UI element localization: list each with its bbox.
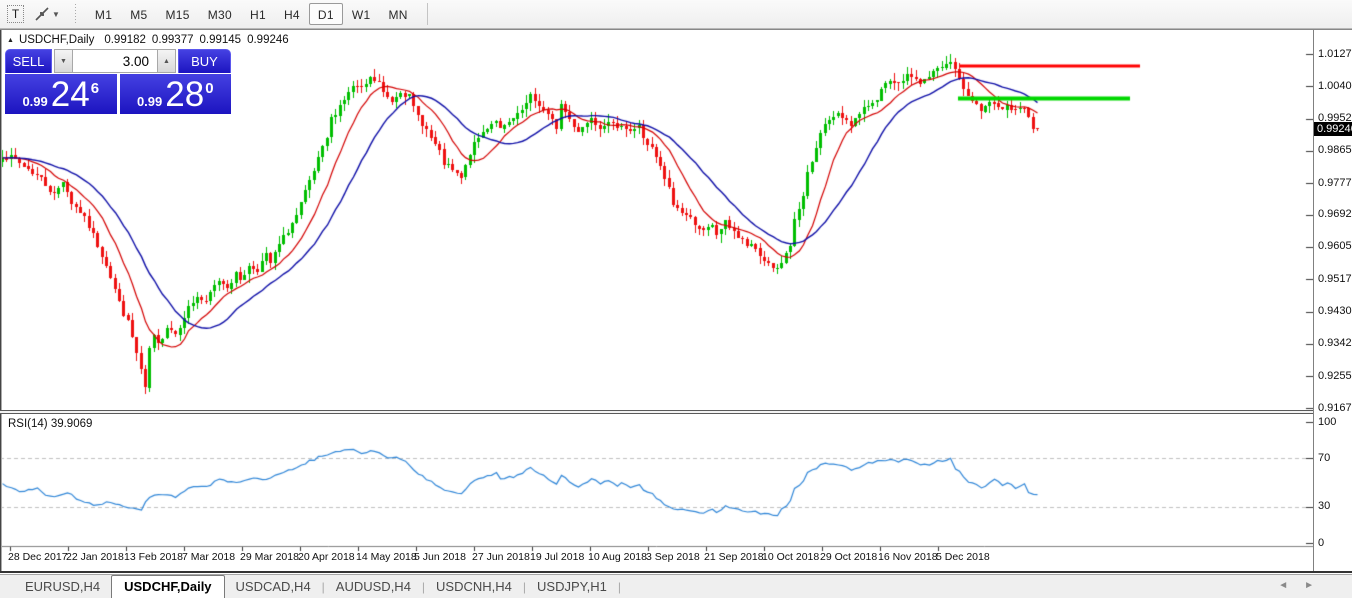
timeframe-button-w1[interactable]: W1 — [343, 3, 380, 25]
volume-spinner: ▼ 3.00 ▲ — [54, 49, 176, 73]
rsi-indicator-label: RSI(14) 39.9069 — [8, 418, 92, 430]
rsi-tick-label: 70 — [1318, 452, 1330, 464]
one-click-trading-panel: SELL ▼ 3.00 ▲ BUY 0.99 24 6 0.99 — [5, 49, 231, 114]
date-tick-label: 29 Mar 2018 — [240, 551, 299, 563]
date-tick-label: 7 Mar 2018 — [182, 551, 235, 563]
date-tick-label: 16 Nov 2018 — [878, 551, 938, 563]
date-tick-label: 5 Jun 2018 — [414, 551, 466, 563]
chart-tab-usdcnh-h4[interactable]: USDCNH,H4 — [425, 577, 523, 596]
rsi-tick-label: 100 — [1318, 416, 1336, 428]
date-tick-label: 10 Oct 2018 — [762, 551, 819, 563]
date-tick-label: 14 May 2018 — [356, 551, 417, 563]
tab-scroll-arrows: ◄ ► — [1278, 580, 1314, 591]
timeframe-button-m1[interactable]: M1 — [86, 3, 121, 25]
date-tick-label: 19 Jul 2018 — [530, 551, 584, 563]
date-axis[interactable]: 28 Dec 201722 Jan 201813 Feb 20187 Mar 2… — [0, 547, 1313, 571]
price-tick-label: 0.92550 — [1318, 370, 1352, 382]
chart-tabs: EURUSD,H4USDCHF,DailyUSDCAD,H4 | AUDUSD,H4… — [14, 575, 621, 598]
mt4-window: T ▼ M1M5M15M30H1H4D1W1MN ▲ USDCHF,Daily … — [0, 0, 1352, 598]
volume-increase-button[interactable]: ▲ — [157, 49, 176, 73]
down-arrow-icon: ▼ — [60, 58, 67, 65]
double-arrow-icon — [34, 6, 50, 22]
tab-scroll-left-button[interactable]: ◄ — [1278, 580, 1288, 591]
timeframe-button-m15[interactable]: M15 — [156, 3, 198, 25]
chart-tab-usdchf-daily[interactable]: USDCHF,Daily — [111, 575, 224, 598]
timeframe-button-m5[interactable]: M5 — [121, 3, 156, 25]
sell-button[interactable]: SELL — [5, 49, 52, 73]
price-tick-label: 1.00400 — [1318, 80, 1352, 92]
symbol-period-label: USDCHF,Daily — [19, 34, 94, 46]
price-tick-label: 0.95175 — [1318, 273, 1352, 285]
chart-title: ▲ USDCHF,Daily 0.99182 0.99377 0.99145 0… — [7, 34, 295, 46]
date-tick-label: 20 Apr 2018 — [298, 551, 355, 563]
buy-button[interactable]: BUY — [178, 49, 231, 73]
price-tick-label: 0.96925 — [1318, 208, 1352, 220]
sell-price-pipette: 6 — [91, 80, 99, 97]
price-tick-label: 1.01275 — [1318, 48, 1352, 60]
high-value: 0.99377 — [152, 34, 194, 46]
timeframe-button-mn[interactable]: MN — [379, 3, 416, 25]
price-tick-label: 0.91675 — [1318, 402, 1352, 414]
low-value: 0.99145 — [200, 34, 242, 46]
price-tick-label: 0.93425 — [1318, 337, 1352, 349]
date-tick-label: 29 Oct 2018 — [820, 551, 877, 563]
rsi-tick-label: 0 — [1318, 537, 1324, 549]
price-axis[interactable]: 1.012751.004000.995250.986500.977750.969… — [1313, 30, 1352, 571]
date-tick-label: 5 Dec 2018 — [936, 551, 990, 563]
chart-tab-usdjpy-h1[interactable]: USDJPY,H1 — [526, 577, 618, 596]
toolbar-grip[interactable] — [73, 4, 78, 24]
timeframe-button-m30[interactable]: M30 — [199, 3, 241, 25]
current-price-tag: 0.99246 — [1314, 122, 1352, 136]
price-tick-label: 0.96050 — [1318, 240, 1352, 252]
price-tick-label: 0.94300 — [1318, 305, 1352, 317]
text-tool-icon: T — [7, 5, 24, 23]
date-tick-label: 13 Feb 2018 — [124, 551, 183, 563]
chart-tab-eurusd-h4[interactable]: EURUSD,H4 — [14, 577, 111, 596]
chart-tab-usdcad-h4[interactable]: USDCAD,H4 — [225, 577, 322, 596]
tab-divider: | — [618, 580, 621, 594]
timeframe-group: M1M5M15M30H1H4D1W1MN — [86, 0, 417, 29]
chart-tab-bar: EURUSD,H4USDCHF,DailyUSDCAD,H4 | AUDUSD,H4… — [0, 574, 1352, 598]
sell-price-big: 24 — [51, 78, 90, 112]
chevron-down-icon: ▼ — [52, 10, 60, 19]
buy-price-big: 28 — [165, 78, 204, 112]
price-tick-label: 0.97775 — [1318, 177, 1352, 189]
timeframe-button-h1[interactable]: H1 — [241, 3, 275, 25]
toolbar-separator — [427, 3, 428, 25]
open-value: 0.99182 — [104, 34, 146, 46]
buy-price-display[interactable]: 0.99 28 0 — [120, 74, 232, 114]
close-value: 0.99246 — [247, 34, 289, 46]
date-tick-label: 22 Jan 2018 — [66, 551, 124, 563]
sell-price-display[interactable]: 0.99 24 6 — [5, 74, 117, 114]
timeframe-button-h4[interactable]: H4 — [275, 3, 309, 25]
price-tick-label: 0.98650 — [1318, 144, 1352, 156]
date-tick-label: 28 Dec 2017 — [8, 551, 68, 563]
text-label-tool-button[interactable]: T — [4, 2, 27, 26]
cursor-arrows-tool-button[interactable]: ▼ — [31, 2, 63, 26]
rsi-tick-label: 30 — [1318, 500, 1330, 512]
date-tick-label: 3 Sep 2018 — [646, 551, 700, 563]
buy-price-pipette: 0 — [205, 80, 213, 97]
tab-scroll-right-button[interactable]: ► — [1304, 580, 1314, 591]
collapse-triangle-icon[interactable]: ▲ — [7, 37, 14, 44]
chart-window-left-border — [0, 30, 2, 575]
volume-decrease-button[interactable]: ▼ — [54, 49, 73, 73]
timeframe-button-d1[interactable]: D1 — [309, 3, 343, 25]
toolbar: T ▼ M1M5M15M30H1H4D1W1MN — [0, 0, 1352, 29]
pane-splitter[interactable] — [0, 410, 1313, 414]
date-tick-label: 27 Jun 2018 — [472, 551, 530, 563]
chart-tab-audusd-h4[interactable]: AUDUSD,H4 — [325, 577, 422, 596]
volume-input[interactable]: 3.00 — [73, 49, 157, 73]
chart-window: ▲ USDCHF,Daily 0.99182 0.99377 0.99145 0… — [0, 29, 1352, 574]
date-tick-label: 10 Aug 2018 — [588, 551, 647, 563]
up-arrow-icon: ▲ — [163, 58, 170, 65]
buy-price-prefix: 0.99 — [137, 94, 162, 109]
sell-price-prefix: 0.99 — [22, 94, 47, 109]
date-tick-label: 21 Sep 2018 — [704, 551, 764, 563]
